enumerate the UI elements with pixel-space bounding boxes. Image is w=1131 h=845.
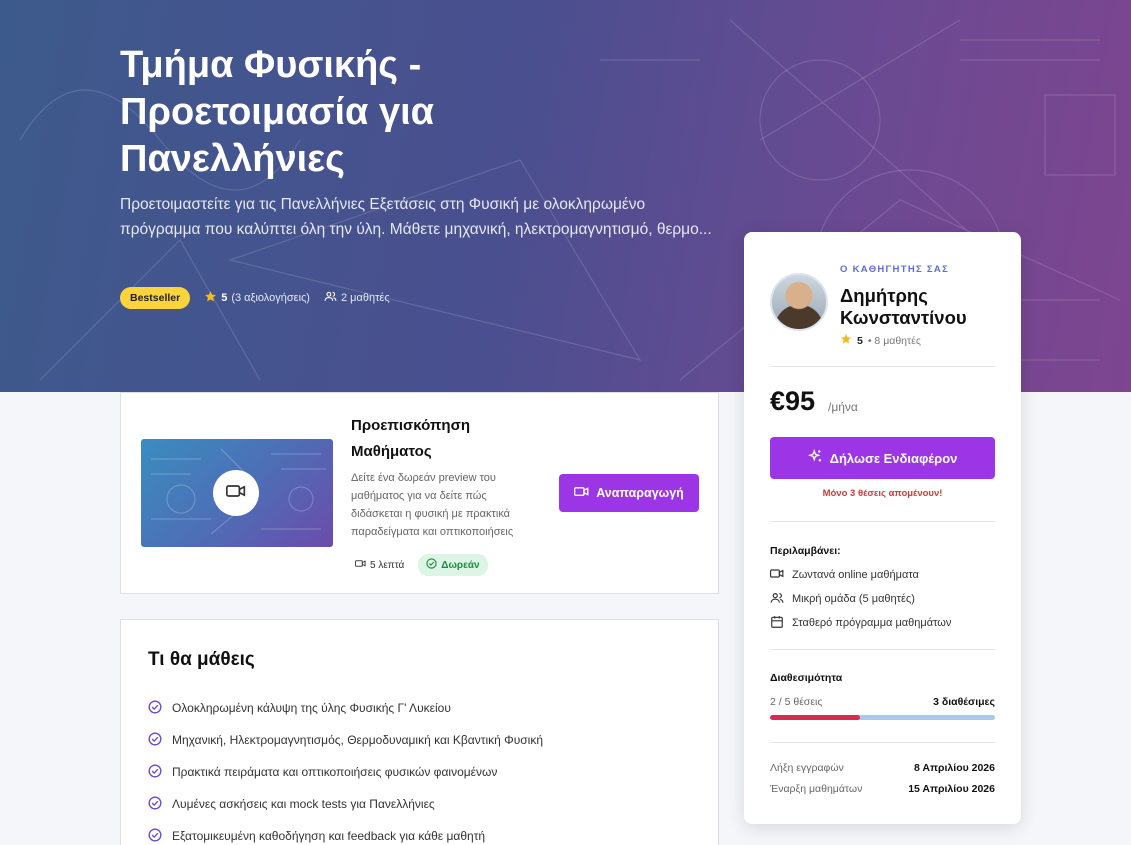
learn-item-label: Λυμένες ασκήσεις και mock tests για Πανε… [172, 797, 435, 811]
includes-list: Ζωντανά online μαθήματα Μικρή ομάδα (5 μ… [770, 563, 951, 635]
rating-value: 5 [221, 292, 228, 304]
learn-item: Μηχανική, Ηλεκτρομαγνητισμός, Θερμοδυναμ… [148, 724, 543, 756]
users-icon [324, 290, 337, 306]
preview-thumbnail[interactable] [141, 439, 333, 547]
video-icon [574, 486, 589, 500]
check-circle-icon [148, 795, 162, 813]
course-rating: 5 (3 αξιολογήσεις) [204, 290, 310, 306]
free-tag: Δωρεάν [418, 554, 488, 576]
bestseller-badge: Bestseller [120, 287, 191, 309]
includes-item: Ζωντανά online μαθήματα [770, 563, 951, 587]
deadline-value: 8 Απριλίου 2026 [914, 762, 995, 774]
duration-label: 5 λεπτά [370, 559, 405, 571]
availability-taken: 2 / 5 θέσεις [770, 696, 823, 708]
includes-item-label: Ζωντανά online μαθήματα [792, 569, 919, 581]
students-label: 2 μαθητές [340, 292, 390, 304]
teacher-meta: 5 • 8 μαθητές [840, 333, 921, 348]
check-circle-icon [148, 827, 162, 845]
learn-item-label: Μηχανική, Ηλεκτρομαγνητισμός, Θερμοδυναμ… [172, 733, 544, 747]
includes-item-label: Σταθερό πρόγραμμα μαθημάτων [792, 617, 952, 629]
divider [770, 521, 995, 522]
course-preview-card: Προεπισκόπηση Μαθήματος Δείτε ένα δωρεάν… [120, 392, 719, 594]
start-label: Έναρξη μαθημάτων [770, 783, 863, 795]
course-description: Προετοιμαστείτε για τις Πανελλήνιες Εξετ… [120, 196, 712, 238]
preview-tags: 5 λεπτά Δωρεάν [351, 554, 488, 576]
learn-item-label: Πρακτικά πειράματα και οπτικοποιήσεις φυ… [172, 765, 498, 779]
registration-deadline-row: Λήξη εγγραφών 8 Απριλίου 2026 [770, 762, 995, 774]
learn-item-label: Εξατομικευμένη καθοδήγηση και feedback γ… [172, 829, 486, 843]
learn-item: Εξατομικευμένη καθοδήγηση και feedback γ… [148, 820, 543, 845]
play-preview-button[interactable]: Αναπαραγωγή [559, 474, 699, 512]
includes-item-label: Μικρή ομάδα (5 μαθητές) [792, 593, 915, 605]
teacher-students: • 8 μαθητές [867, 334, 921, 347]
enrollment-sidebar: Ο ΚΑΘΗΓΗΤΗΣ ΣΑΣ Δημήτρης Κωνσταντίνου 5 … [744, 232, 1021, 824]
express-interest-button[interactable]: Δήλωσε Ενδιαφέρον [770, 437, 995, 479]
deadline-label: Λήξη εγγραφών [770, 762, 844, 774]
course-start-row: Έναρξη μαθημάτων 15 Απριλίου 2026 [770, 783, 995, 795]
sparkles-icon [807, 448, 823, 467]
learn-title: Τι θα μάθεις [148, 649, 255, 670]
teacher-section-label: Ο ΚΑΘΗΓΗΤΗΣ ΣΑΣ [840, 264, 950, 275]
includes-title: Περιλαμβάνει: [770, 545, 841, 557]
teacher-name[interactable]: Δημήτρης Κωνσταντίνου [840, 285, 1010, 329]
availability-progress-fill [770, 715, 860, 720]
check-circle-icon [426, 558, 437, 572]
video-icon [354, 559, 366, 571]
check-circle-icon [148, 699, 162, 717]
play-button-label: Αναπαραγωγή [596, 486, 684, 500]
check-circle-icon [148, 731, 162, 749]
students-count: 2 μαθητές [324, 290, 390, 306]
availability-progress-bar [770, 715, 995, 720]
teacher-avatar[interactable] [770, 273, 828, 331]
learn-item: Ολοκληρωμένη κάλυψη της ύλης Φυσικής Γ' … [148, 692, 543, 724]
teacher-rating: 5 [857, 334, 863, 347]
learn-item: Πρακτικά πειράματα και οπτικοποιήσεις φυ… [148, 756, 543, 788]
divider [770, 649, 995, 650]
star-icon [204, 290, 217, 306]
duration-tag: 5 λεπτά [351, 556, 408, 574]
start-value: 15 Απριλίου 2026 [908, 783, 995, 795]
course-meta: Bestseller 5 (3 αξιολογήσεις) 2 μαθητές [120, 287, 390, 309]
includes-item: Μικρή ομάδα (5 μαθητές) [770, 587, 951, 611]
star-icon [840, 333, 852, 348]
preview-title: Προεπισκόπηση Μαθήματος [351, 417, 470, 460]
course-title: Τμήμα Φυσικής - Προετοιμασία για Πανελλή… [120, 44, 435, 180]
video-play-button[interactable] [213, 470, 259, 516]
what-you-learn-card: Τι θα μάθεις Ολοκληρωμένη κάλυψη της ύλη… [120, 619, 719, 845]
video-camera-icon [226, 484, 246, 503]
includes-item: Σταθερό πρόγραμμα μαθημάτων [770, 611, 951, 635]
reviews-count: (3 αξιολογήσεις) [231, 292, 310, 304]
learn-item-label: Ολοκληρωμένη κάλυψη της ύλης Φυσικής Γ' … [172, 701, 451, 715]
preview-description: Δείτε ένα δωρεάν preview του μαθήματος γ… [351, 472, 514, 538]
price: €95 [770, 386, 816, 416]
check-circle-icon [148, 763, 162, 781]
divider [770, 366, 995, 367]
price-period: /μήνα [828, 400, 858, 414]
free-label: Δωρεάν [441, 559, 480, 571]
calendar-icon [770, 615, 784, 632]
users-icon [770, 591, 784, 608]
availability-title: Διαθεσιμότητα [770, 672, 843, 684]
availability-free: 3 διαθέσιμες [933, 696, 995, 708]
video-icon [770, 568, 784, 582]
learn-list: Ολοκληρωμένη κάλυψη της ύλης Φυσικής Γ' … [148, 692, 543, 845]
divider [770, 742, 995, 743]
interest-label: Δήλωσε Ενδιαφέρον [829, 450, 958, 466]
seats-left-warning: Μόνο 3 θέσεις απομένουν! [822, 488, 943, 499]
availability-row: 2 / 5 θέσεις 3 διαθέσιμες [770, 696, 995, 708]
learn-item: Λυμένες ασκήσεις και mock tests για Πανε… [148, 788, 543, 820]
